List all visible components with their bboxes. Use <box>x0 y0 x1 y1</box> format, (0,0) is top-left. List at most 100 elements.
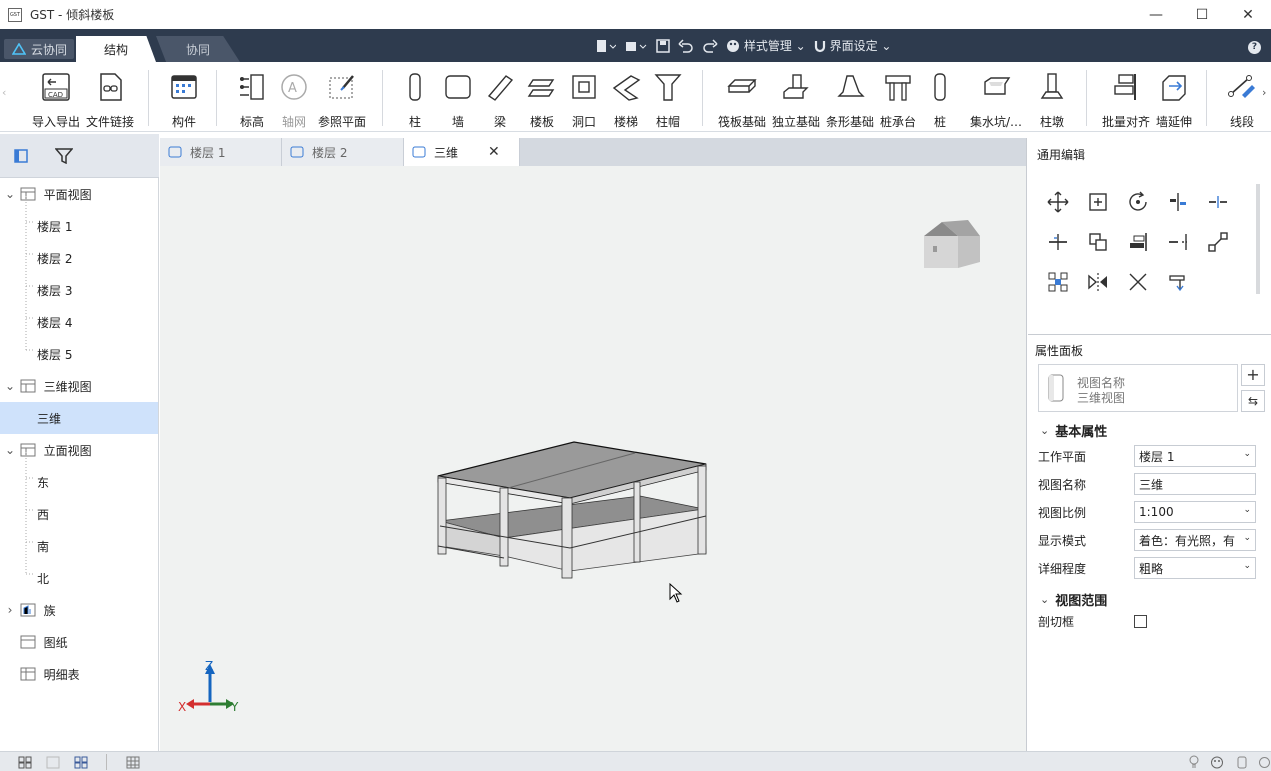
wall-extend-button[interactable]: 墙延伸 <box>1152 68 1196 130</box>
svg-text:A: A <box>288 81 297 96</box>
strip-foundation-button[interactable]: 条形基础 <box>824 68 876 130</box>
grid-view-icon[interactable] <box>18 756 32 769</box>
array-icon[interactable] <box>1086 230 1110 254</box>
view-scale-select[interactable]: 1:100 ⌄ <box>1134 501 1256 523</box>
column-label: 柱 <box>408 115 421 129</box>
component-button[interactable]: 构件 <box>162 68 206 130</box>
group-icon[interactable] <box>1046 270 1070 294</box>
section-box-checkbox[interactable] <box>1134 614 1147 628</box>
view-tab-icon <box>168 146 182 158</box>
detail-level-select[interactable]: 粗略 ⌄ <box>1134 557 1256 579</box>
display-mode-select[interactable]: 着色：有光照，有 ⌄ <box>1134 529 1256 551</box>
raft-foundation-button[interactable]: 筏板基础 <box>716 68 768 130</box>
close-button[interactable]: ✕ <box>1225 0 1271 29</box>
move-icon[interactable] <box>1046 190 1070 214</box>
basic-properties-section[interactable]: ⌄ 基本属性 <box>1040 420 1107 440</box>
trim-extend-icon[interactable] <box>1166 230 1190 254</box>
wall-button[interactable]: 墙 <box>442 68 474 130</box>
file-link-icon <box>100 72 122 101</box>
sump-pit-button[interactable]: 集水坑/… <box>964 68 1028 130</box>
cloud-collab-button[interactable]: 云协同 <box>4 39 74 59</box>
type-settings-icon[interactable]: ⇆ <box>1241 390 1265 412</box>
batch-align-button[interactable]: 批量对齐 <box>1100 68 1152 130</box>
prop-value: 着色：有光照，有 <box>1139 533 1236 548</box>
column-capital-button[interactable]: 柱帽 <box>652 68 684 130</box>
ribbon-scroll-right-icon[interactable]: › <box>1262 86 1266 99</box>
edit-tools-grid <box>1040 184 1240 294</box>
tab-structure[interactable]: 结构 <box>76 36 156 62</box>
status-bar <box>0 751 1271 771</box>
undo-icon[interactable] <box>678 38 694 53</box>
align-icon[interactable] <box>1166 190 1190 214</box>
tree-node-family[interactable]: › 族 <box>0 594 158 626</box>
panel-divider <box>1028 334 1271 335</box>
split-icon[interactable] <box>1206 190 1230 214</box>
stair-button[interactable]: 楼梯 <box>610 68 642 130</box>
pile-cap-button[interactable]: 桩承台 <box>876 68 920 130</box>
doc-tab-3d[interactable]: 三维 ✕ <box>404 138 520 166</box>
scale-icon[interactable] <box>1206 230 1230 254</box>
isolated-foundation-button[interactable]: 独立基础 <box>770 68 822 130</box>
edit-panel-title: 通用编辑 <box>1037 148 1086 162</box>
close-tab-icon[interactable]: ✕ <box>488 144 500 160</box>
building-model[interactable] <box>430 436 714 584</box>
save-icon[interactable] <box>656 38 670 53</box>
tile-view-icon[interactable] <box>74 756 88 769</box>
rotate-icon[interactable] <box>1126 190 1150 214</box>
chevron-down-icon: ⌄ <box>1243 505 1251 515</box>
palette-icon[interactable] <box>1210 756 1224 769</box>
ribbon-scroll-left-icon[interactable]: ‹ <box>2 86 6 99</box>
pile-button[interactable]: 桩 <box>928 68 952 130</box>
reference-plane-button[interactable]: 参照平面 <box>316 68 368 130</box>
maximize-button[interactable]: ☐ <box>1179 0 1225 29</box>
type-selector[interactable]: 视图名称 三维视图 <box>1038 364 1238 412</box>
isolated-foundation-icon <box>783 73 809 99</box>
open-file-icon[interactable] <box>624 39 648 53</box>
minimize-button[interactable]: — <box>1133 0 1179 29</box>
column-pier-label: 柱墩 <box>1039 115 1064 129</box>
tree-label: 楼层 1 <box>37 219 73 234</box>
import-export-button[interactable]: CAD 导入导出 <box>30 68 82 130</box>
help-icon[interactable]: ? <box>1248 41 1261 54</box>
view-range-section[interactable]: ⌄ 视图范围 <box>1040 589 1107 609</box>
ui-settings-label: 界面设定 <box>829 39 878 53</box>
tree-label: 楼层 4 <box>37 315 73 330</box>
offset-icon[interactable] <box>1046 230 1070 254</box>
column-button[interactable]: 柱 <box>400 68 430 130</box>
single-view-icon[interactable] <box>46 756 60 769</box>
pin-icon[interactable] <box>1166 270 1190 294</box>
beam-button[interactable]: 梁 <box>484 68 516 130</box>
edit-panel-scrollbar[interactable] <box>1256 184 1260 294</box>
add-type-icon[interactable]: + <box>1241 364 1265 386</box>
mirror-icon[interactable] <box>1086 270 1110 294</box>
view-name-input[interactable]: 三维 <box>1134 473 1256 495</box>
elevation-button[interactable]: 标高 <box>230 68 274 130</box>
table-icon[interactable] <box>126 756 140 769</box>
axis-grid-button[interactable]: A 轴网 <box>276 68 312 130</box>
filter-icon[interactable] <box>55 148 73 164</box>
view-cube-icon[interactable] <box>918 218 986 272</box>
redo-icon[interactable] <box>702 38 718 53</box>
panel-toggle-icon[interactable] <box>14 149 28 163</box>
cad-import-icon: CAD <box>42 72 70 101</box>
tree-node-schedules[interactable]: 明细表 <box>0 658 158 690</box>
new-file-icon[interactable] <box>596 39 616 53</box>
doc-tab-floor-1[interactable]: 楼层 1 <box>160 138 282 166</box>
slab-button[interactable]: 楼板 <box>526 68 558 130</box>
line-segment-button[interactable]: 线段 <box>1224 68 1260 130</box>
ui-settings-menu[interactable]: 界面设定 ⌄ <box>814 37 891 54</box>
chevron-right-icon[interactable]: › <box>0 603 20 617</box>
settings-icon[interactable] <box>1258 756 1270 769</box>
doc-tab-floor-2[interactable]: 楼层 2 <box>282 138 404 166</box>
column-view-icon[interactable] <box>1236 756 1248 769</box>
tree-node-sheets[interactable]: 图纸 <box>0 626 158 658</box>
file-link-button[interactable]: 文件链接 <box>84 68 136 130</box>
column-pier-button[interactable]: 柱墩 <box>1034 68 1070 130</box>
copy-icon[interactable] <box>1086 190 1110 214</box>
style-management-menu[interactable]: 样式管理 ⌄ <box>726 37 806 54</box>
lightbulb-icon[interactable] <box>1188 755 1200 770</box>
opening-button[interactable]: 洞口 <box>568 68 600 130</box>
align-right-icon[interactable] <box>1126 230 1150 254</box>
work-plane-select[interactable]: 楼层 1 ⌄ <box>1134 445 1256 467</box>
delete-icon[interactable] <box>1126 270 1150 294</box>
